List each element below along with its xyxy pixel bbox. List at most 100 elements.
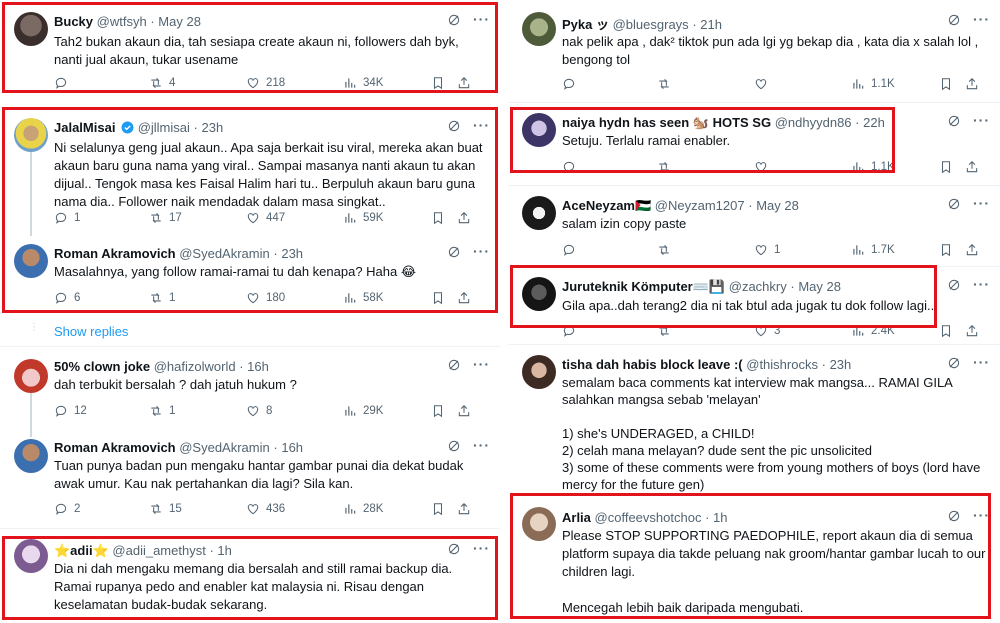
like-button[interactable]: 180 bbox=[246, 291, 343, 305]
retweet-button[interactable] bbox=[657, 160, 754, 174]
grok-icon[interactable] bbox=[447, 245, 461, 259]
tweet-tisha[interactable]: tisha dah habis block leave :( @thishroc… bbox=[508, 345, 1000, 492]
more-icon[interactable]: ··· bbox=[473, 541, 490, 556]
avatar[interactable] bbox=[522, 355, 556, 389]
timestamp[interactable]: 23h bbox=[830, 357, 852, 372]
display-name[interactable]: Roman Akramovich bbox=[54, 440, 176, 455]
views-button[interactable]: 1.1K bbox=[851, 77, 939, 91]
handle[interactable]: @zachkry bbox=[729, 279, 787, 294]
handle[interactable]: @coffeevshotchoc bbox=[595, 510, 702, 525]
handle[interactable]: @wtfsyh bbox=[97, 14, 147, 29]
share-button[interactable] bbox=[965, 160, 985, 174]
reply-button[interactable]: 1 bbox=[54, 211, 149, 225]
timestamp[interactable]: 22h bbox=[863, 115, 885, 130]
avatar[interactable] bbox=[522, 196, 556, 230]
display-name[interactable]: Pyka ッ bbox=[562, 17, 609, 32]
more-icon[interactable]: ··· bbox=[973, 277, 990, 292]
like-button[interactable]: 3 bbox=[754, 324, 851, 338]
avatar[interactable] bbox=[522, 277, 556, 311]
display-name[interactable]: tisha dah habis block leave :( bbox=[562, 357, 743, 372]
share-button[interactable] bbox=[457, 502, 477, 516]
avatar[interactable] bbox=[14, 439, 48, 473]
views-button[interactable]: 59K bbox=[343, 211, 431, 225]
display-name[interactable]: Bucky bbox=[54, 14, 93, 29]
retweet-button[interactable] bbox=[657, 324, 754, 338]
views-button[interactable]: 34K bbox=[343, 76, 431, 90]
bookmark-button[interactable] bbox=[939, 324, 965, 338]
more-icon[interactable]: ··· bbox=[473, 12, 490, 27]
grok-icon[interactable] bbox=[947, 356, 961, 370]
like-button[interactable]: 447 bbox=[246, 211, 343, 225]
handle[interactable]: @adii_amethyst bbox=[112, 543, 205, 558]
reply-button[interactable] bbox=[562, 243, 657, 257]
grok-icon[interactable] bbox=[447, 439, 461, 453]
bookmark-button[interactable] bbox=[431, 211, 457, 225]
retweet-button[interactable]: 15 bbox=[149, 502, 246, 516]
bookmark-button[interactable] bbox=[431, 404, 457, 418]
tweet-aceneyzam[interactable]: AceNeyzam🇵🇸 @Neyzam1207 · May 28 ··· sal… bbox=[508, 186, 1000, 266]
share-button[interactable] bbox=[457, 404, 477, 418]
retweet-button[interactable]: 17 bbox=[149, 211, 246, 225]
like-button[interactable]: 8 bbox=[246, 404, 343, 418]
reply-button[interactable] bbox=[562, 77, 657, 91]
like-button[interactable] bbox=[754, 160, 851, 174]
views-button[interactable]: 1.1K bbox=[851, 160, 939, 174]
timestamp[interactable]: 1h bbox=[713, 510, 727, 525]
bookmark-button[interactable] bbox=[431, 291, 457, 305]
more-icon[interactable]: ··· bbox=[473, 244, 490, 259]
timestamp[interactable]: May 28 bbox=[158, 14, 201, 29]
tweet-clown-joke[interactable]: 50% clown joke @hafizolworld · 16h ··· d… bbox=[0, 347, 500, 431]
reply-button[interactable] bbox=[54, 76, 149, 90]
timestamp[interactable]: 23h bbox=[281, 246, 303, 261]
retweet-button[interactable] bbox=[657, 243, 754, 257]
avatar[interactable] bbox=[14, 244, 48, 278]
views-button[interactable]: 2.4K bbox=[851, 324, 939, 338]
share-button[interactable] bbox=[457, 76, 477, 90]
avatar[interactable] bbox=[14, 118, 48, 152]
bookmark-button[interactable] bbox=[939, 160, 965, 174]
views-button[interactable]: 28K bbox=[343, 502, 431, 516]
display-name[interactable]: JalalMisai bbox=[54, 120, 115, 135]
like-button[interactable] bbox=[754, 77, 851, 91]
retweet-button[interactable] bbox=[657, 77, 754, 91]
views-button[interactable]: 29K bbox=[343, 404, 431, 418]
grok-icon[interactable] bbox=[947, 278, 961, 292]
timestamp[interactable]: 16h bbox=[281, 440, 303, 455]
avatar[interactable] bbox=[522, 113, 556, 147]
grok-icon[interactable] bbox=[947, 114, 961, 128]
grok-icon[interactable] bbox=[447, 13, 461, 27]
handle[interactable]: @Neyzam1207 bbox=[655, 198, 745, 213]
display-name[interactable]: naiya hydn has seen 🐿️ HOTS SG bbox=[562, 115, 771, 130]
tweet-juruteknik[interactable]: Juruteknik Kömputer⌨️💾 @zachkry · May 28… bbox=[508, 267, 1000, 343]
handle[interactable]: @hafizolworld bbox=[154, 359, 236, 374]
bookmark-button[interactable] bbox=[431, 502, 457, 516]
timestamp[interactable]: 1h bbox=[217, 543, 231, 558]
display-name[interactable]: Roman Akramovich bbox=[54, 246, 176, 261]
display-name[interactable]: Arlia bbox=[562, 510, 591, 525]
reply-button[interactable]: 12 bbox=[54, 404, 149, 418]
bookmark-button[interactable] bbox=[939, 77, 965, 91]
retweet-button[interactable]: 1 bbox=[149, 291, 246, 305]
reply-button[interactable]: 6 bbox=[54, 291, 149, 305]
handle[interactable]: @thishrocks bbox=[746, 357, 818, 372]
handle[interactable]: @ndhyydn86 bbox=[775, 115, 852, 130]
more-icon[interactable]: ··· bbox=[473, 438, 490, 453]
timestamp[interactable]: May 28 bbox=[798, 279, 841, 294]
tweet-pyka[interactable]: Pyka ッ @bluesgrays · 21h ··· nak pelik a… bbox=[508, 0, 1000, 102]
share-button[interactable] bbox=[965, 324, 985, 338]
grok-icon[interactable] bbox=[447, 542, 461, 556]
display-name[interactable]: ⭐adii⭐ bbox=[54, 543, 109, 558]
handle[interactable]: @SyedAkramin bbox=[179, 246, 270, 261]
reply-button[interactable]: 2 bbox=[54, 502, 149, 516]
more-icon[interactable]: ··· bbox=[973, 196, 990, 211]
more-icon[interactable]: ··· bbox=[973, 508, 990, 523]
retweet-button[interactable]: 4 bbox=[149, 76, 246, 90]
bookmark-button[interactable] bbox=[431, 76, 457, 90]
display-name[interactable]: 50% clown joke bbox=[54, 359, 150, 374]
display-name[interactable]: Juruteknik Kömputer⌨️💾 bbox=[562, 279, 725, 294]
retweet-button[interactable]: 1 bbox=[149, 404, 246, 418]
tweet-adii[interactable]: ⭐adii⭐ @adii_amethyst · 1h ··· Dia ni da… bbox=[0, 529, 500, 623]
handle[interactable]: @SyedAkramin bbox=[179, 440, 270, 455]
tweet-jalalmisai[interactable]: JalalMisai @jllmisai · 23h ··· Ni selalu… bbox=[0, 106, 500, 236]
grok-icon[interactable] bbox=[947, 13, 961, 27]
